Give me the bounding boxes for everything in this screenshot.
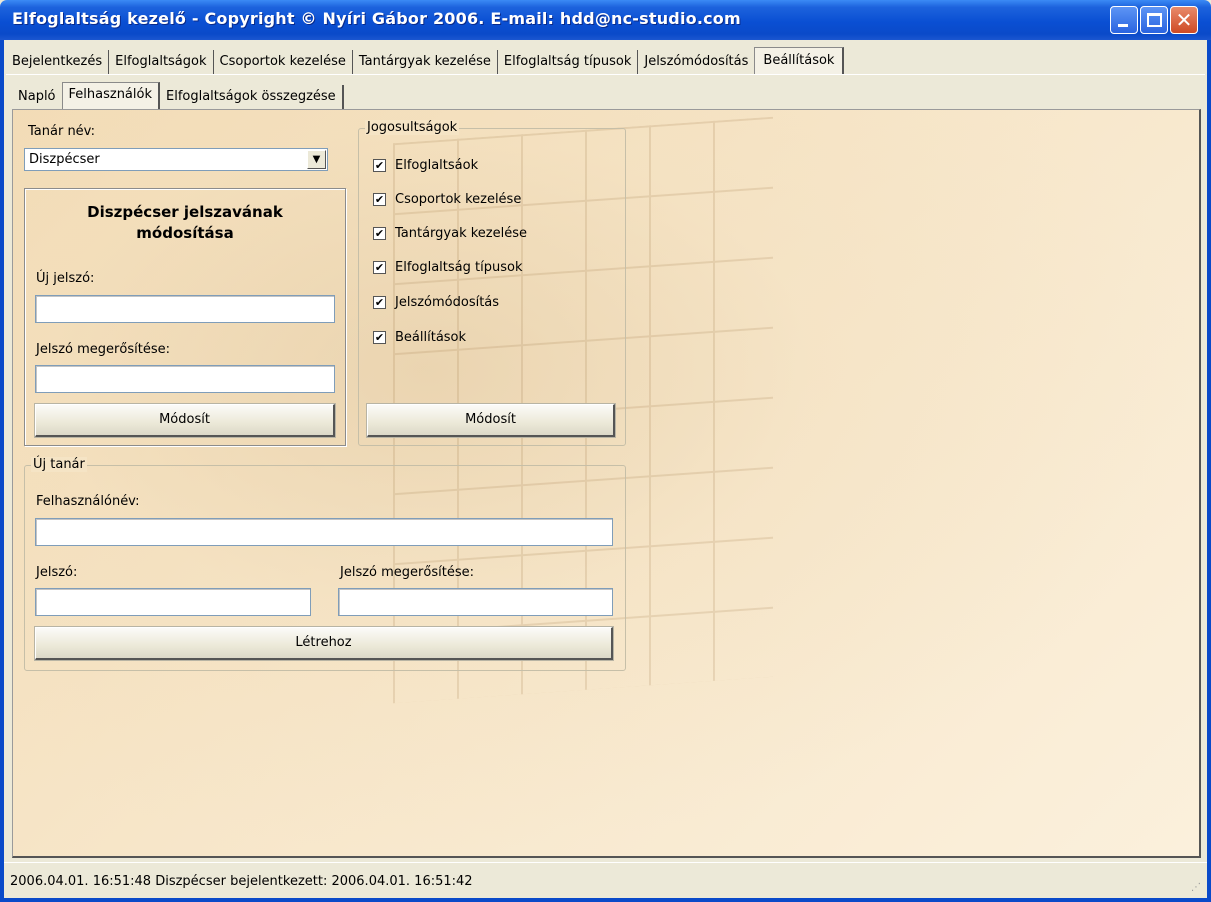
username-field[interactable] xyxy=(35,518,613,546)
checkbox-icon: ✔ xyxy=(373,159,386,172)
maximize-button[interactable] xyxy=(1140,6,1168,34)
new-teacher-confirm-label: Jelszó megerősítése: xyxy=(340,565,474,580)
maximize-icon xyxy=(1147,13,1162,27)
permission-label: Jelszómódosítás xyxy=(395,295,500,310)
subtab-felhasznalok[interactable]: Felhasználók xyxy=(61,82,160,109)
close-button[interactable]: ✕ xyxy=(1170,6,1198,34)
username-label: Felhasználónév: xyxy=(36,494,140,509)
new-password-field[interactable] xyxy=(35,295,335,323)
new-teacher-confirm-field[interactable] xyxy=(338,588,613,616)
confirm-password-field[interactable] xyxy=(35,365,335,393)
confirm-password-label: Jelszó megerősítése: xyxy=(36,342,170,357)
minimize-button[interactable] xyxy=(1110,6,1138,34)
tab-elfoglaltsag-tipusok[interactable]: Elfoglaltság típusok xyxy=(498,50,639,74)
checkbox-icon: ✔ xyxy=(373,331,386,344)
tab-elfoglaltsagok[interactable]: Elfoglaltságok xyxy=(109,50,214,74)
close-icon: ✕ xyxy=(1175,8,1193,32)
sub-tab-bar: Napló Felhasználók Elfoglaltságok összeg… xyxy=(12,82,344,109)
checkbox-icon: ✔ xyxy=(373,261,386,274)
permission-label: Elfoglaltság típusok xyxy=(395,260,523,275)
permission-jelszomodositas-checkbox[interactable]: ✔ Jelszómódosítás xyxy=(373,295,499,310)
tab-divider xyxy=(6,74,1205,75)
teacher-select-value: Diszpécser xyxy=(29,152,100,167)
permissions-group: Jogosultságok xyxy=(358,120,626,446)
permission-csoportok-checkbox[interactable]: ✔ Csoportok kezelése xyxy=(373,192,521,207)
teacher-name-label: Tanár név: xyxy=(28,124,96,139)
minimize-icon xyxy=(1118,24,1128,27)
create-teacher-button[interactable]: Létrehoz xyxy=(34,626,614,661)
new-teacher-password-field[interactable] xyxy=(35,588,311,616)
subtab-naplo[interactable]: Napló xyxy=(12,85,62,109)
permission-label: Beállítások xyxy=(395,330,467,345)
permission-label: Csoportok kezelése xyxy=(395,192,522,207)
title-bar[interactable]: Elfoglaltság kezelő - Copyright © Nyíri … xyxy=(0,0,1211,40)
tab-tantargyak-kezelese[interactable]: Tantárgyak kezelése xyxy=(353,50,498,74)
new-teacher-password-label: Jelszó: xyxy=(36,565,78,580)
status-bar: 2006.04.01. 16:51:48 Diszpécser bejelent… xyxy=(4,862,1207,898)
checkbox-icon: ✔ xyxy=(373,227,386,240)
permission-elfoglaltsagok-checkbox[interactable]: ✔ Elfoglaltsáok xyxy=(373,158,478,173)
password-change-heading-line1: Diszpécser jelszavának xyxy=(87,203,283,221)
subtab-elfoglaltsagok-osszegzese[interactable]: Elfoglaltságok összegzése xyxy=(160,85,344,109)
new-teacher-legend: Új tanár xyxy=(31,457,87,472)
new-password-label: Új jelszó: xyxy=(36,271,95,286)
status-text: 2006.04.01. 16:51:48 Diszpécser bejelent… xyxy=(10,874,473,889)
permission-tantargyak-checkbox[interactable]: ✔ Tantárgyak kezelése xyxy=(373,226,527,241)
chevron-down-icon[interactable]: ▼ xyxy=(307,150,326,169)
permission-label: Elfoglaltsáok xyxy=(395,158,479,173)
tab-bejelentkezes[interactable]: Bejelentkezés xyxy=(6,50,110,74)
checkbox-icon: ✔ xyxy=(373,296,386,309)
teacher-select[interactable]: Diszpécser ▼ xyxy=(24,148,328,171)
tab-beallitasok[interactable]: Beállítások xyxy=(754,47,845,74)
checkbox-icon: ✔ xyxy=(373,193,386,206)
permission-elfoglaltsag-tipusok-checkbox[interactable]: ✔ Elfoglaltság típusok xyxy=(373,260,522,275)
modify-permissions-button[interactable]: Módosít xyxy=(366,403,616,438)
window-title: Elfoglaltság kezelő - Copyright © Nyíri … xyxy=(12,9,741,28)
tab-jelszomodositas[interactable]: Jelszómódosítás xyxy=(638,50,754,74)
main-tab-bar: Bejelentkezés Elfoglaltságok Csoportok k… xyxy=(6,47,845,74)
permission-beallitasok-checkbox[interactable]: ✔ Beállítások xyxy=(373,330,466,345)
modify-password-button[interactable]: Módosít xyxy=(34,403,336,438)
permission-label: Tantárgyak kezelése xyxy=(395,226,528,241)
tab-csoportok-kezelese[interactable]: Csoportok kezelése xyxy=(214,50,353,74)
resize-grip-icon[interactable]: ⋰ xyxy=(1191,882,1203,894)
password-change-heading-line2: módosítása xyxy=(136,224,234,242)
permissions-legend: Jogosultságok xyxy=(365,120,460,135)
